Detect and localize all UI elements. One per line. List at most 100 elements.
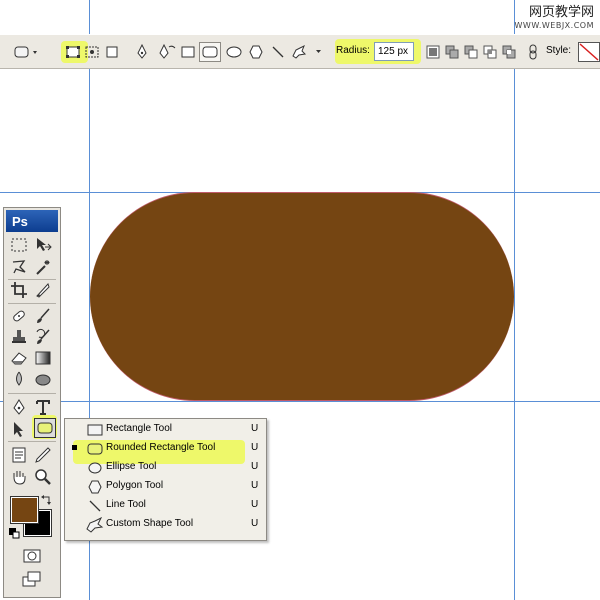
ellipse-tool-button[interactable] — [225, 43, 243, 61]
notes-tool[interactable] — [8, 445, 30, 465]
swap-colors-button[interactable] — [40, 493, 54, 507]
notes-icon — [12, 447, 26, 463]
gradient-tool[interactable] — [32, 348, 54, 368]
toolbox-header[interactable]: Ps — [6, 210, 58, 232]
clone-stamp-tool[interactable] — [8, 327, 30, 347]
rounded-rectangle-icon — [202, 46, 218, 58]
menu-item-label: Rounded Rectangle Tool — [106, 442, 216, 453]
horizontal-guide-bottom — [0, 401, 600, 402]
history-brush-icon — [36, 328, 50, 344]
screen-mode-button[interactable] — [21, 569, 43, 589]
eraser-icon — [11, 352, 27, 365]
rounded-rectangle-tool[interactable] — [34, 418, 56, 438]
eyedropper-tool[interactable] — [32, 445, 54, 465]
gradient-icon — [35, 351, 51, 365]
toolbox-panel: Ps — [3, 207, 61, 598]
menu-item-ellipse-tool[interactable]: Ellipse Tool U — [66, 458, 265, 477]
foreground-color-swatch[interactable] — [10, 496, 39, 524]
add-to-shape-area-button[interactable] — [444, 43, 460, 61]
menu-item-line-tool[interactable]: Line Tool U — [66, 496, 265, 515]
zoom-tool[interactable] — [32, 467, 54, 487]
pen-icon — [13, 399, 25, 415]
tool-options-bar: Radius: Style: — [0, 34, 600, 69]
default-colors-icon — [8, 527, 19, 538]
path-selection-tool[interactable] — [8, 419, 30, 439]
menu-item-label: Polygon Tool — [106, 480, 164, 491]
paths-icon — [85, 46, 99, 58]
menu-item-polygon-tool[interactable]: Polygon Tool U — [66, 477, 265, 496]
subtract-from-shape-area-button[interactable] — [463, 43, 479, 61]
menu-item-label: Ellipse Tool — [106, 461, 157, 472]
quick-mask-button[interactable] — [21, 546, 43, 566]
watermark-title: 网页教学网 — [528, 5, 594, 20]
rectangle-tool-button[interactable] — [180, 43, 196, 61]
quick-mask-icon — [23, 549, 41, 563]
menu-item-shortcut: U — [251, 423, 259, 434]
move-icon — [37, 238, 52, 251]
custom-shape-icon — [86, 516, 104, 533]
paths-button[interactable] — [84, 43, 100, 61]
polygon-icon — [86, 478, 104, 495]
crop-tool[interactable] — [8, 280, 30, 300]
subtract-area-icon — [464, 45, 478, 59]
slice-icon — [36, 283, 50, 298]
style-picker[interactable] — [578, 42, 600, 62]
eyedropper-icon — [35, 447, 51, 463]
watermark-url: WWW.WEBJX.COM — [514, 20, 594, 30]
exclude-overlapping-button[interactable] — [501, 43, 517, 61]
custom-shape-tool-button[interactable] — [290, 43, 326, 61]
dodge-tool[interactable] — [32, 369, 54, 389]
pen-tool[interactable] — [8, 397, 30, 417]
fill-pixels-button[interactable] — [104, 43, 120, 61]
move-tool[interactable] — [32, 235, 54, 255]
link-icon — [529, 44, 537, 60]
intersect-shape-areas-button[interactable] — [482, 43, 498, 61]
menu-item-shortcut: U — [251, 442, 259, 453]
rectangle-icon — [86, 421, 104, 438]
toolbox-separator — [8, 441, 56, 442]
shape-layers-button[interactable] — [64, 43, 82, 61]
menu-item-rectangle-tool[interactable]: Rectangle Tool U — [66, 420, 265, 439]
default-colors-button[interactable] — [8, 527, 20, 539]
fill-pixels-icon — [106, 46, 118, 58]
new-shape-layer-button[interactable] — [425, 43, 441, 61]
menu-item-shortcut: U — [251, 461, 259, 472]
rounded-rectangle-shape[interactable] — [90, 192, 514, 401]
radius-input[interactable] — [374, 42, 414, 61]
brush-tool[interactable] — [32, 306, 54, 326]
healing-brush-tool[interactable] — [8, 306, 30, 326]
magic-wand-icon — [36, 260, 50, 275]
eraser-tool[interactable] — [8, 348, 30, 368]
slice-tool[interactable] — [32, 280, 54, 300]
hand-tool[interactable] — [8, 467, 30, 487]
ellipse-icon — [226, 46, 242, 58]
new-shape-layer-icon — [426, 45, 440, 59]
photoshop-logo: Ps — [12, 214, 28, 229]
menu-item-custom-shape-tool[interactable]: Custom Shape Tool U — [66, 515, 265, 534]
line-tool-button[interactable] — [270, 43, 286, 61]
type-tool[interactable] — [32, 397, 54, 417]
freeform-pen-button[interactable] — [156, 43, 178, 61]
pen-tool-button[interactable] — [134, 43, 150, 61]
lasso-tool[interactable] — [8, 257, 30, 277]
toolbox-separator — [8, 303, 56, 304]
line-icon — [272, 46, 284, 58]
link-button[interactable] — [526, 43, 540, 61]
polygon-tool-button[interactable] — [247, 43, 265, 61]
menu-item-rounded-rectangle-tool[interactable]: Rounded Rectangle Tool U — [66, 439, 265, 458]
blur-tool[interactable] — [8, 369, 30, 389]
zoom-icon — [35, 469, 51, 485]
tool-preset-picker[interactable] — [14, 43, 40, 61]
marquee-tool[interactable] — [8, 235, 30, 255]
crop-icon — [11, 282, 27, 298]
menu-item-shortcut: U — [251, 480, 259, 491]
ellipse-icon — [86, 459, 104, 476]
history-brush-tool[interactable] — [32, 327, 54, 347]
shape-tool-flyout-menu: Rectangle Tool U Rounded Rectangle Tool … — [64, 418, 267, 541]
watermark: 网页教学网 WWW.WEBJX.COM — [514, 5, 594, 30]
rounded-rectangle-tool-button[interactable] — [199, 42, 221, 62]
exclude-overlap-icon — [502, 45, 516, 59]
magic-wand-tool[interactable] — [32, 257, 54, 277]
lasso-icon — [12, 260, 26, 274]
stamp-icon — [12, 330, 26, 343]
